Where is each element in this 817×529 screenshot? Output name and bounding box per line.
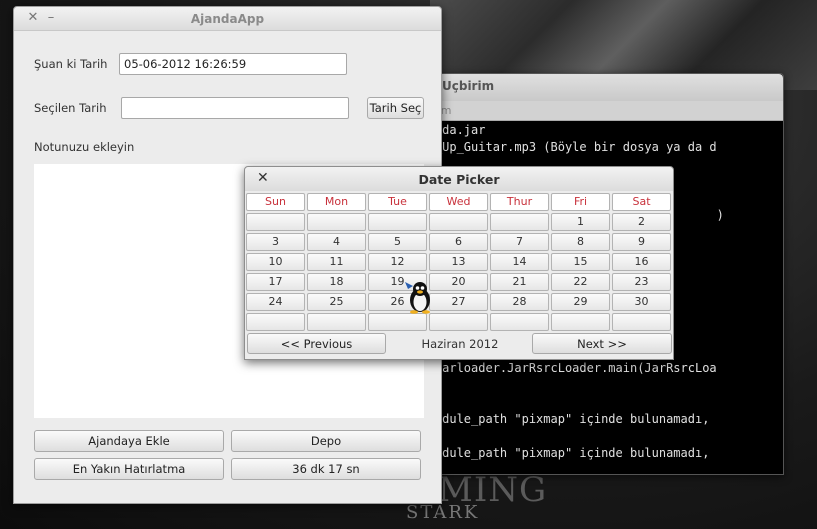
day-cell[interactable]: 30 bbox=[612, 293, 671, 311]
day-cell[interactable] bbox=[612, 313, 671, 331]
weekday-header: Fri bbox=[551, 193, 610, 211]
app-title: AjandaApp bbox=[190, 12, 265, 26]
day-cell[interactable]: 20 bbox=[429, 273, 488, 291]
app-titlebar[interactable]: ✕ – AjandaApp bbox=[14, 7, 441, 31]
day-cell[interactable]: 14 bbox=[490, 253, 549, 271]
weekday-header: Sat bbox=[612, 193, 671, 211]
date-picker-title: Date Picker bbox=[418, 172, 500, 187]
day-cell[interactable] bbox=[307, 313, 366, 331]
day-cell[interactable]: 18 bbox=[307, 273, 366, 291]
day-cell[interactable]: 28 bbox=[490, 293, 549, 311]
terminal-menubar[interactable]: am bbox=[406, 101, 783, 121]
day-cell[interactable]: 24 bbox=[246, 293, 305, 311]
selected-date-label: Seçilen Tarih bbox=[34, 101, 107, 115]
day-cell[interactable] bbox=[551, 313, 610, 331]
day-cell[interactable] bbox=[246, 213, 305, 231]
day-cell[interactable] bbox=[246, 313, 305, 331]
month-label: Haziran 2012 bbox=[421, 337, 499, 351]
day-cell[interactable]: 3 bbox=[246, 233, 305, 251]
wallpaper-subtitle: STARK bbox=[406, 502, 480, 523]
countdown-button[interactable]: 36 dk 17 sn bbox=[231, 458, 421, 480]
day-cell[interactable]: 23 bbox=[612, 273, 671, 291]
storage-button[interactable]: Depo bbox=[231, 430, 421, 452]
day-cell[interactable]: 1 bbox=[551, 213, 610, 231]
day-cell[interactable]: 17 bbox=[246, 273, 305, 291]
day-cell[interactable] bbox=[368, 313, 427, 331]
day-cell[interactable]: 8 bbox=[551, 233, 610, 251]
date-picker-titlebar[interactable]: ✕ Date Picker bbox=[245, 167, 673, 191]
terminal-line: tı module_path "pixmap" içinde bulunamad… bbox=[406, 446, 710, 460]
current-date-field[interactable]: 05-06-2012 16:26:59 bbox=[119, 53, 347, 75]
terminal-line: tı module_path "pixmap" içinde bulunamad… bbox=[406, 412, 710, 426]
day-cell[interactable]: 7 bbox=[490, 233, 549, 251]
weekday-header: Thur bbox=[490, 193, 549, 211]
day-cell[interactable]: 27 bbox=[429, 293, 488, 311]
day-cell[interactable]: 13 bbox=[429, 253, 488, 271]
previous-month-button[interactable]: << Previous bbox=[247, 333, 386, 354]
day-cell[interactable]: 9 bbox=[612, 233, 671, 251]
next-month-button[interactable]: Next >> bbox=[532, 333, 672, 354]
day-cell[interactable]: 11 bbox=[307, 253, 366, 271]
day-cell[interactable]: 15 bbox=[551, 253, 610, 271]
tux-cursor-icon bbox=[405, 282, 430, 314]
weekday-header: Wed bbox=[429, 193, 488, 211]
weekday-header: Tue bbox=[368, 193, 427, 211]
day-cell[interactable] bbox=[368, 213, 427, 231]
day-cell[interactable]: 5 bbox=[368, 233, 427, 251]
day-cell[interactable]: 21 bbox=[490, 273, 549, 291]
terminal-title: Uçbirim bbox=[442, 79, 495, 93]
day-cell[interactable]: 22 bbox=[551, 273, 610, 291]
add-to-agenda-button[interactable]: Ajandaya Ekle bbox=[34, 430, 224, 452]
day-cell[interactable] bbox=[429, 213, 488, 231]
day-cell[interactable]: 4 bbox=[307, 233, 366, 251]
weekday-header: Sun bbox=[246, 193, 305, 211]
day-cell[interactable] bbox=[490, 213, 549, 231]
pick-date-button[interactable]: Tarih Seç bbox=[367, 97, 424, 119]
current-date-label: Şuan ki Tarih bbox=[34, 57, 108, 71]
day-cell[interactable]: 6 bbox=[429, 233, 488, 251]
terminal-line: Wake_Up_Guitar.mp3 (Böyle bir dosya ya d… bbox=[406, 140, 717, 154]
day-cell[interactable]: 10 bbox=[246, 253, 305, 271]
day-cell[interactable]: 12 bbox=[368, 253, 427, 271]
day-cell[interactable] bbox=[307, 213, 366, 231]
terminal-line: arinjarloader.JarRsrcLoader.main(JarRsrc… bbox=[406, 361, 717, 375]
selected-date-field[interactable] bbox=[121, 97, 349, 119]
note-label: Notunuzu ekleyin bbox=[34, 140, 135, 154]
day-cell[interactable] bbox=[429, 313, 488, 331]
date-picker-dialog[interactable]: ✕ Date Picker Sun Mon Tue Wed Thur Fri Sat 1 2 3 4… bbox=[244, 166, 674, 360]
day-cell[interactable]: 29 bbox=[551, 293, 610, 311]
day-cell[interactable]: 25 bbox=[307, 293, 366, 311]
nearest-reminder-button[interactable]: En Yakın Hatırlatma bbox=[34, 458, 224, 480]
day-cell[interactable]: 2 bbox=[612, 213, 671, 231]
day-cell[interactable] bbox=[490, 313, 549, 331]
terminal-titlebar[interactable]: Uçbirim bbox=[406, 74, 783, 101]
day-cell[interactable]: 16 bbox=[612, 253, 671, 271]
weekday-header: Mon bbox=[307, 193, 366, 211]
